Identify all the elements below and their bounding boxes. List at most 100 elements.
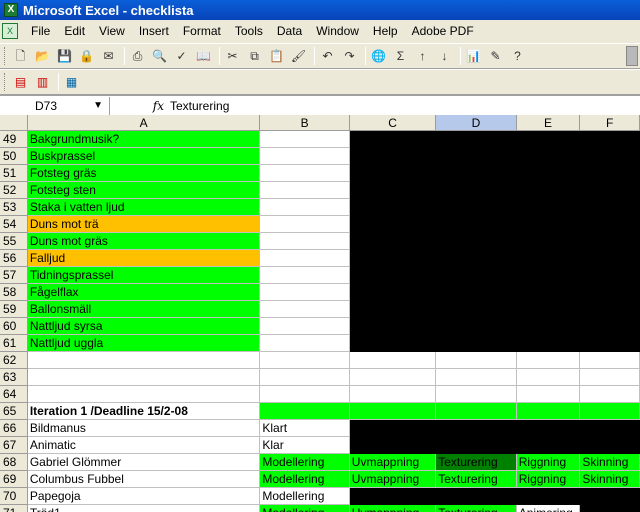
cell-d65[interactable] xyxy=(436,403,517,420)
cell-e51[interactable] xyxy=(516,165,581,182)
cell-c67[interactable] xyxy=(349,437,437,454)
cell-b60[interactable] xyxy=(260,318,350,335)
column-header-a[interactable]: A xyxy=(27,115,261,131)
column-header-b[interactable]: B xyxy=(260,115,350,131)
cell-c52[interactable] xyxy=(349,182,437,199)
cell-b52[interactable] xyxy=(260,182,350,199)
cell-d53[interactable] xyxy=(436,199,517,216)
cell-b56[interactable] xyxy=(260,250,350,267)
row-header[interactable]: 65 xyxy=(0,403,28,420)
cell-e64[interactable] xyxy=(516,386,581,403)
open-icon[interactable]: 📂 xyxy=(33,47,52,66)
fx-icon[interactable]: fx xyxy=(110,99,170,113)
cell-c64[interactable] xyxy=(349,386,437,403)
row-header[interactable]: 66 xyxy=(0,420,28,437)
research-icon[interactable]: 📖 xyxy=(194,47,213,66)
cell-c54[interactable] xyxy=(349,216,437,233)
cell-a55[interactable]: Duns mot gräs xyxy=(27,233,261,250)
cell-c71[interactable]: Uvmappning xyxy=(349,505,437,512)
cell-e58[interactable] xyxy=(516,284,581,301)
cell-e57[interactable] xyxy=(516,267,581,284)
cell-e60[interactable] xyxy=(516,318,581,335)
cell-a60[interactable]: Nattljud syrsa xyxy=(27,318,261,335)
help-icon[interactable]: ? xyxy=(508,47,527,66)
cell-d60[interactable] xyxy=(436,318,517,335)
row-header[interactable]: 51 xyxy=(0,165,28,182)
cell-c55[interactable] xyxy=(349,233,437,250)
menu-adobe-pdf[interactable]: Adobe PDF xyxy=(405,24,481,38)
cell-c51[interactable] xyxy=(349,165,437,182)
cell-f50[interactable] xyxy=(580,148,640,165)
cell-a71[interactable]: Träd1 xyxy=(27,505,261,512)
toolbar-grip[interactable] xyxy=(4,73,7,91)
select-all-corner[interactable] xyxy=(0,115,28,131)
menu-edit[interactable]: Edit xyxy=(57,24,92,38)
cell-d54[interactable] xyxy=(436,216,517,233)
cell-e70[interactable] xyxy=(516,488,581,505)
column-header-d[interactable]: D xyxy=(436,115,517,131)
cell-c58[interactable] xyxy=(349,284,437,301)
row-header[interactable]: 50 xyxy=(0,148,28,165)
cell-c63[interactable] xyxy=(349,369,437,386)
cell-e69[interactable]: Riggning xyxy=(516,471,581,488)
cell-c62[interactable] xyxy=(349,352,437,369)
cell-c59[interactable] xyxy=(349,301,437,318)
name-box[interactable]: D73 ▼ xyxy=(0,96,110,115)
save-icon[interactable]: 💾 xyxy=(55,47,74,66)
cell-d57[interactable] xyxy=(436,267,517,284)
cell-c57[interactable] xyxy=(349,267,437,284)
cell-d49[interactable] xyxy=(436,131,517,148)
cell-f71[interactable] xyxy=(580,505,640,512)
cell-f59[interactable] xyxy=(580,301,640,318)
row-header[interactable]: 56 xyxy=(0,250,28,267)
cell-b54[interactable] xyxy=(260,216,350,233)
cell-b69[interactable]: Modellering xyxy=(260,471,350,488)
cell-c70[interactable] xyxy=(349,488,437,505)
cell-d55[interactable] xyxy=(436,233,517,250)
column-header-c[interactable]: C xyxy=(349,115,437,131)
cell-c61[interactable] xyxy=(349,335,437,352)
cell-b57[interactable] xyxy=(260,267,350,284)
cell-b70[interactable]: Modellering xyxy=(260,488,350,505)
cell-a64[interactable] xyxy=(27,386,261,403)
cell-c56[interactable] xyxy=(349,250,437,267)
cell-a59[interactable]: Ballonsmäll xyxy=(27,301,261,318)
row-header[interactable]: 59 xyxy=(0,301,28,318)
cell-d68[interactable]: Texturering xyxy=(436,454,517,471)
menu-tools[interactable]: Tools xyxy=(228,24,270,38)
row-header[interactable]: 64 xyxy=(0,386,28,403)
cell-b49[interactable] xyxy=(260,131,350,148)
permission-icon[interactable]: 🔒 xyxy=(77,47,96,66)
menu-data[interactable]: Data xyxy=(270,24,309,38)
cell-a57[interactable]: Tidningsprassel xyxy=(27,267,261,284)
cell-a68[interactable]: Gabriel Glömmer xyxy=(27,454,261,471)
cell-a56[interactable]: Falljud xyxy=(27,250,261,267)
cell-d59[interactable] xyxy=(436,301,517,318)
menu-insert[interactable]: Insert xyxy=(132,24,176,38)
cell-b67[interactable]: Klar xyxy=(260,437,350,454)
cut-icon[interactable]: ✂ xyxy=(223,47,242,66)
row-header[interactable]: 63 xyxy=(0,369,28,386)
cell-e56[interactable] xyxy=(516,250,581,267)
cell-f66[interactable] xyxy=(580,420,640,437)
cell-a67[interactable]: Animatic xyxy=(27,437,261,454)
cell-b64[interactable] xyxy=(260,386,350,403)
cell-e52[interactable] xyxy=(516,182,581,199)
column-header-e[interactable]: E xyxy=(516,115,581,131)
cell-e63[interactable] xyxy=(516,369,581,386)
email-icon[interactable]: ✉ xyxy=(99,47,118,66)
cell-f69[interactable]: Skinning xyxy=(580,471,640,488)
cell-d63[interactable] xyxy=(436,369,517,386)
cell-b50[interactable] xyxy=(260,148,350,165)
autosum-icon[interactable]: Σ xyxy=(391,47,410,66)
cell-b68[interactable]: Modellering xyxy=(260,454,350,471)
cell-f52[interactable] xyxy=(580,182,640,199)
cell-b62[interactable] xyxy=(260,352,350,369)
cell-d64[interactable] xyxy=(436,386,517,403)
cell-f70[interactable] xyxy=(580,488,640,505)
cell-f57[interactable] xyxy=(580,267,640,284)
cell-e55[interactable] xyxy=(516,233,581,250)
cell-c60[interactable] xyxy=(349,318,437,335)
row-header[interactable]: 71 xyxy=(0,505,28,512)
cell-b53[interactable] xyxy=(260,199,350,216)
